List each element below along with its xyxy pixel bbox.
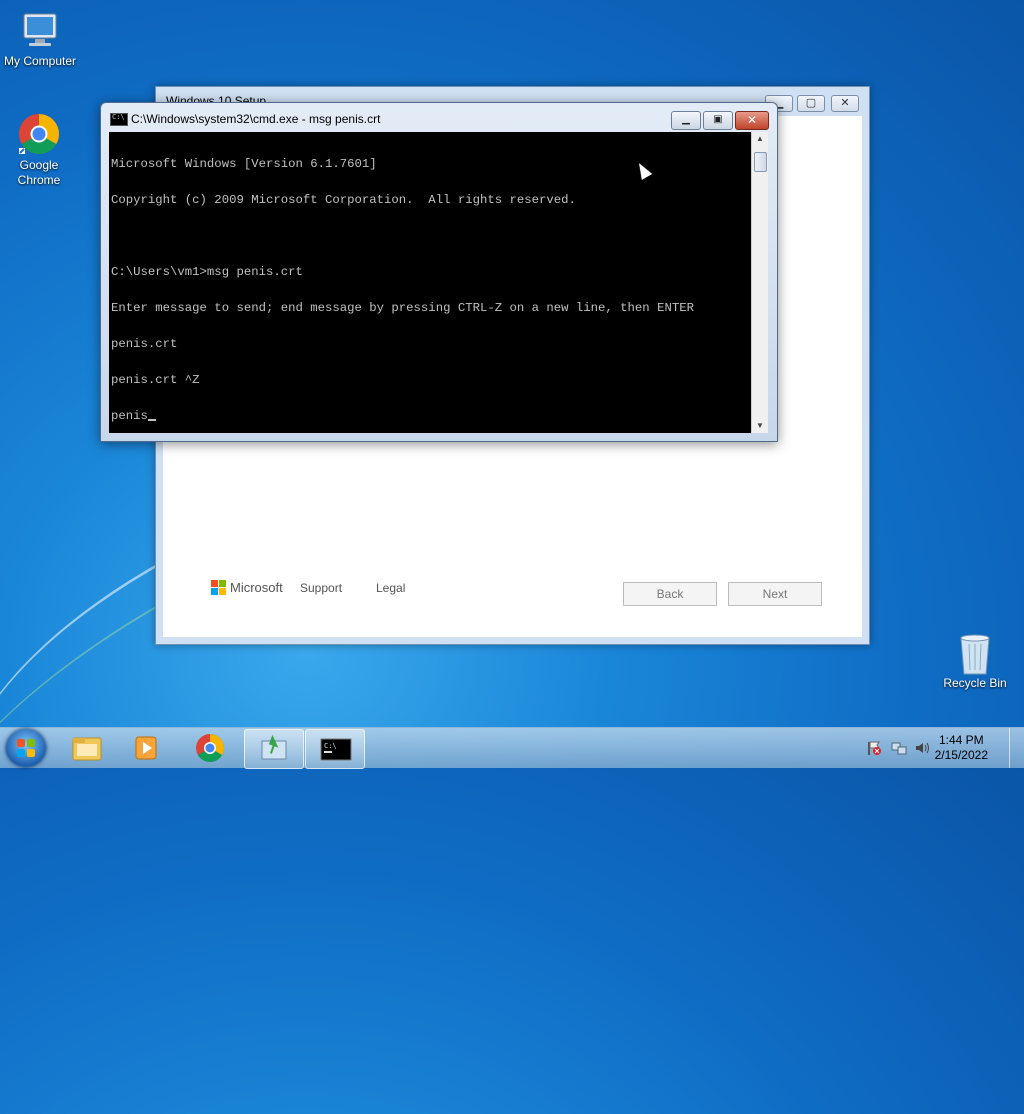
svg-text:C:\: C:\ xyxy=(324,742,337,750)
cmd-maximize-button[interactable]: ▣ xyxy=(703,111,733,130)
show-desktop-button[interactable] xyxy=(1009,728,1024,768)
console-line: Copyright (c) 2009 Microsoft Corporation… xyxy=(111,193,576,207)
windows-logo-icon xyxy=(17,739,35,757)
console-line: Microsoft Windows [Version 6.1.7601] xyxy=(111,157,377,171)
folder-icon xyxy=(72,737,102,761)
taskbar-windows-explorer[interactable] xyxy=(58,729,116,767)
taskbar-google-chrome[interactable] xyxy=(181,729,239,767)
desktop-icon-recycle-bin[interactable]: Recycle Bin xyxy=(935,630,1015,690)
taskbar-windows-setup[interactable] xyxy=(244,729,304,769)
desktop-icon-label: Recycle Bin xyxy=(943,676,1007,690)
action-center-flag-icon[interactable] xyxy=(866,740,882,756)
cmd-window[interactable]: C:\Windows\system32\cmd.exe - msg penis.… xyxy=(100,102,778,442)
console-line: penis xyxy=(111,409,148,423)
console-line: C:\Users\vm1>msg penis.crt xyxy=(111,265,303,279)
media-player-icon xyxy=(135,736,157,760)
desktop-icon-my-computer[interactable]: My Computer xyxy=(0,8,80,68)
clock-time: 1:44 PM xyxy=(938,733,984,747)
taskbar-media-player[interactable] xyxy=(118,729,176,767)
console-input-line: penis xyxy=(111,410,751,422)
setup-close-button[interactable]: ✕ xyxy=(831,95,859,112)
chrome-icon xyxy=(196,734,224,762)
desktop-icon-label: My Computer xyxy=(3,54,77,68)
back-button[interactable]: Back xyxy=(623,582,717,606)
cmd-icon: C:\ xyxy=(320,738,352,761)
microsoft-logo-icon xyxy=(211,580,226,595)
computer-icon xyxy=(18,8,62,52)
console-line: penis.crt xyxy=(111,337,178,351)
taskbar: C:\ 1:44 PM 2/15/2022 xyxy=(0,727,1024,769)
cmd-titlebar[interactable]: C:\Windows\system32\cmd.exe - msg penis.… xyxy=(101,103,777,131)
setup-icon xyxy=(261,734,287,760)
cmd-app-icon xyxy=(110,113,128,126)
legal-link[interactable]: Legal xyxy=(376,581,405,595)
minimize-icon: ▁ xyxy=(682,114,690,125)
microsoft-wordmark: Microsoft xyxy=(230,580,283,595)
cmd-minimize-button[interactable]: ▁ xyxy=(671,111,701,130)
close-icon: ✕ xyxy=(746,113,758,127)
microsoft-logo: Microsoft xyxy=(211,580,283,595)
clock-date: 2/15/2022 xyxy=(934,748,988,762)
desktop-icon-label: Google Chrome xyxy=(17,158,61,187)
taskbar-command-prompt[interactable]: C:\ xyxy=(305,729,365,769)
chrome-icon xyxy=(17,112,61,156)
scroll-up-arrow-icon[interactable]: ▲ xyxy=(752,132,768,146)
start-button[interactable] xyxy=(6,729,46,767)
support-link[interactable]: Support xyxy=(300,581,342,595)
taskbar-clock[interactable]: 1:44 PM 2/15/2022 xyxy=(935,733,988,763)
setup-maximize-button[interactable]: ▢ xyxy=(797,95,825,112)
console-line: Enter message to send; end message by pr… xyxy=(111,301,694,315)
cmd-window-title: C:\Windows\system32\cmd.exe - msg penis.… xyxy=(131,112,381,126)
recycle-bin-icon xyxy=(953,630,997,675)
text-cursor xyxy=(147,419,156,421)
volume-icon[interactable] xyxy=(914,740,930,756)
console-output[interactable]: Microsoft Windows [Version 6.1.7601] Cop… xyxy=(109,132,751,433)
console-line: penis.crt ^Z xyxy=(111,373,200,387)
cmd-close-button[interactable]: ✕ xyxy=(735,111,769,130)
scrollbar-thumb[interactable] xyxy=(754,152,767,172)
cmd-vertical-scrollbar[interactable]: ▲ ▼ xyxy=(751,132,768,433)
scroll-down-arrow-icon[interactable]: ▼ xyxy=(752,419,768,433)
network-icon[interactable] xyxy=(891,740,907,756)
next-button[interactable]: Next xyxy=(728,582,822,606)
maximize-icon: ▣ xyxy=(713,114,723,125)
desktop-icon-google-chrome[interactable]: Google Chrome xyxy=(0,112,79,188)
